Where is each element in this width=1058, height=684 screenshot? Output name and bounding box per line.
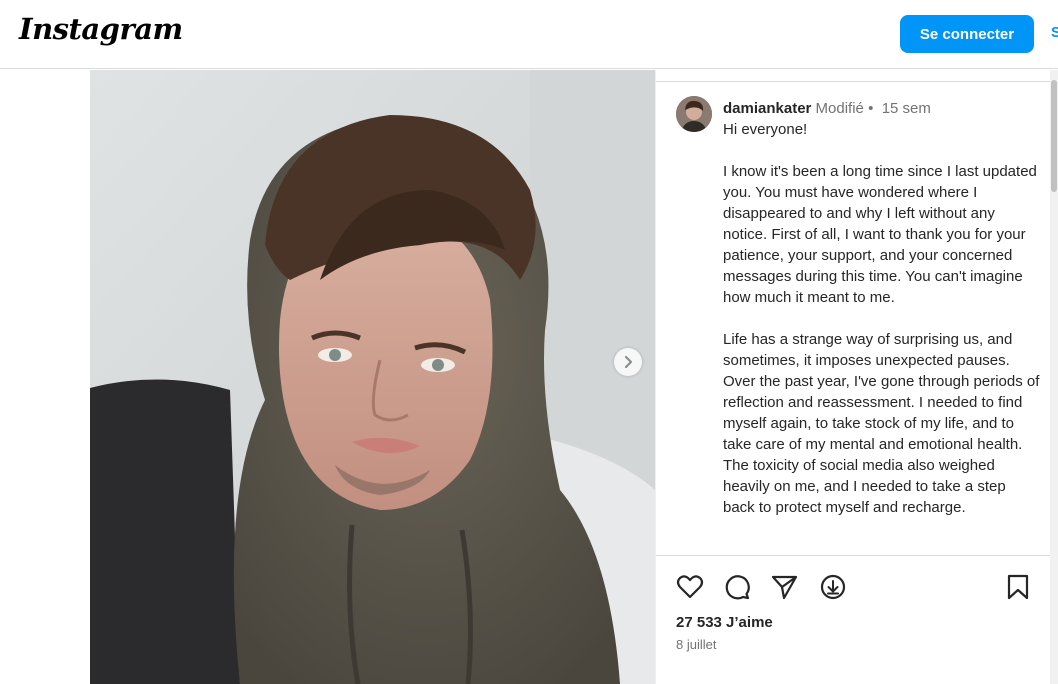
bookmark-icon[interactable] (1003, 572, 1033, 602)
panel-divider (656, 81, 1051, 82)
top-navigation-bar: Instagram Se connecter S (0, 0, 1058, 69)
signup-link[interactable]: S (1051, 24, 1058, 41)
page-scrollbar[interactable] (1050, 70, 1058, 684)
instagram-logo[interactable]: Instagram (19, 12, 183, 46)
send-icon[interactable] (769, 572, 799, 602)
heart-icon[interactable] (675, 572, 705, 602)
post-age[interactable]: 15 sem (882, 100, 931, 117)
post-meta: damiankater Modifié • 15 sem (723, 98, 1041, 119)
post-photo[interactable] (90, 70, 655, 684)
scrollbar-thumb[interactable] (1051, 80, 1057, 192)
next-photo-button[interactable] (614, 348, 642, 376)
meta-separator: • (868, 100, 874, 117)
likes-count[interactable]: 27 533 J’aime (676, 614, 773, 631)
chevron-right-icon (624, 355, 633, 369)
username-link[interactable]: damiankater (723, 100, 811, 117)
post-details-panel: damiankater Modifié • 15 sem Hi everyone… (655, 70, 1051, 684)
avatar[interactable] (676, 96, 712, 132)
actions-divider (656, 555, 1051, 556)
caption-paragraph: Hi everyone! (723, 121, 808, 138)
caption-paragraph: Life has a strange way of surprising us,… (723, 331, 1040, 516)
comment-icon[interactable] (722, 572, 752, 602)
post-date[interactable]: 8 juillet (676, 637, 716, 652)
download-icon[interactable] (818, 572, 848, 602)
selfie-illustration (90, 70, 655, 684)
caption-paragraph: I know it's been a long time since I las… (723, 163, 1037, 306)
avatar-photo (676, 96, 712, 132)
edited-label: Modifié (815, 100, 864, 117)
post-caption: damiankater Modifié • 15 sem Hi everyone… (723, 98, 1041, 555)
login-button[interactable]: Se connecter (900, 15, 1034, 53)
